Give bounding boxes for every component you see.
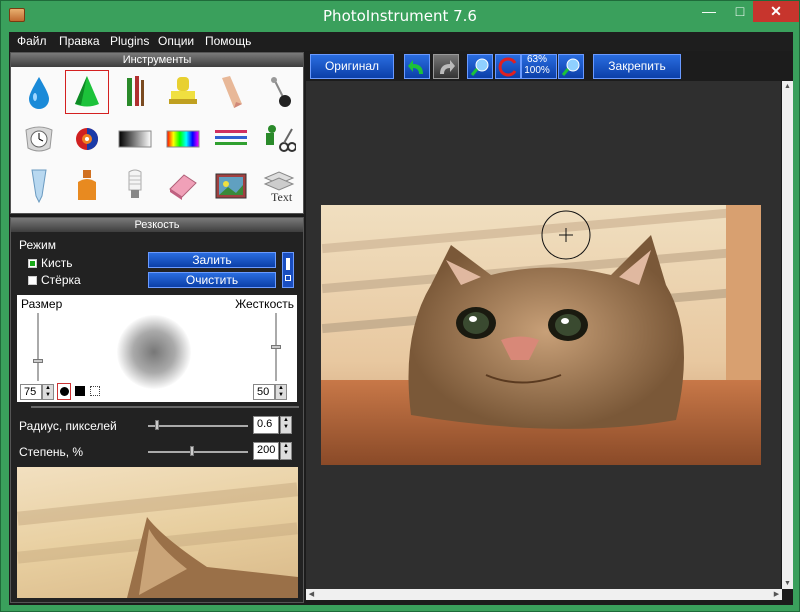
bulb-icon[interactable] (113, 164, 157, 208)
size-field[interactable]: 75 (20, 384, 42, 400)
sharpen-panel: Резкость Режим Кисть Стёрка Залить Очист… (10, 217, 304, 603)
menu-plugins[interactable]: Plugins (110, 34, 149, 48)
zoom-in-icon[interactable] (467, 54, 493, 79)
zoom-fit-icon[interactable] (495, 54, 521, 79)
toggle-marker-icon (286, 258, 290, 270)
text-layers-icon[interactable]: Text (257, 164, 301, 208)
hardness-slider[interactable] (271, 313, 281, 381)
brush-mode-option[interactable]: Кисть (28, 256, 72, 270)
vertical-scrollbar[interactable]: ▲ ▼ (782, 81, 793, 589)
radius-label: Радиус, пикселей (19, 419, 117, 433)
gradient-icon[interactable] (113, 117, 157, 161)
strength-label: Степень, % (19, 445, 84, 459)
size-slider-thumb[interactable] (33, 359, 43, 363)
scroll-up-icon[interactable]: ▲ (782, 81, 793, 92)
finger-icon[interactable] (209, 70, 253, 114)
zoom-actual: 100% (524, 65, 550, 76)
lines-icon[interactable] (209, 117, 253, 161)
cat-ear-preview (127, 517, 298, 598)
pin-button[interactable]: Закрепить (593, 54, 681, 79)
strength-spinner[interactable]: ▲ ▼ (280, 442, 292, 460)
size-spinner[interactable]: ▲ ▼ (42, 384, 54, 400)
radius-spinner[interactable]: ▲ ▼ (280, 416, 292, 434)
menu-bar: Файл Правка Plugins Опции Помощь (9, 32, 793, 51)
mode-label: Режим (19, 238, 56, 252)
window-title: PhotoInstrument 7.6 (323, 7, 477, 25)
tube-icon[interactable] (17, 164, 61, 208)
title-bar[interactable]: PhotoInstrument 7.6 — □ ✕ (1, 1, 799, 31)
scroll-down-icon[interactable]: ▼ (782, 578, 793, 589)
redo-icon[interactable] (433, 54, 459, 79)
eraser-mode-label: Стёрка (41, 273, 81, 287)
radius-field[interactable]: 0.6 (253, 416, 279, 434)
eraser-icon[interactable] (161, 164, 205, 208)
bottle-icon[interactable] (65, 164, 109, 208)
original-button[interactable]: Оригинал (310, 54, 394, 79)
horizontal-scrollbar[interactable]: ◀ ▶ (306, 589, 782, 600)
hardness-spinner[interactable]: ▲ ▼ (275, 384, 287, 400)
zoom-level-label: 63% 100% (524, 54, 550, 76)
app-window: PhotoInstrument 7.6 — □ ✕ Файл Правка Pl… (0, 0, 800, 612)
size-label: Размер (21, 297, 63, 311)
scissors-icon[interactable] (257, 117, 301, 161)
svg-text:Text: Text (271, 190, 293, 204)
scroll-left-icon[interactable]: ◀ (306, 589, 317, 600)
minimize-button[interactable]: — (695, 1, 723, 22)
pin-icon[interactable] (257, 70, 301, 114)
hard-brush-button[interactable] (75, 386, 85, 396)
size-slider[interactable] (33, 313, 43, 381)
color-wheel-icon[interactable] (65, 117, 109, 161)
hardness-slider-thumb[interactable] (271, 345, 281, 349)
undo-icon[interactable] (404, 54, 430, 79)
strength-field[interactable]: 200 (253, 442, 279, 460)
strength-slider[interactable] (148, 451, 248, 453)
clock-icon[interactable] (17, 117, 61, 161)
brush-preview (117, 315, 191, 389)
menu-options[interactable]: Опции (158, 34, 194, 48)
selection-brush-button[interactable] (90, 386, 100, 396)
canvas-area[interactable] (306, 81, 781, 589)
hardness-field[interactable]: 50 (253, 384, 275, 400)
cone-icon[interactable] (65, 70, 109, 114)
scroll-right-icon[interactable]: ▶ (771, 589, 782, 600)
radius-slider[interactable] (148, 425, 248, 427)
menu-file[interactable]: Файл (17, 34, 47, 48)
radius-slider-thumb[interactable] (155, 420, 159, 430)
zoom-preview[interactable] (17, 467, 298, 598)
eraser-mode-option[interactable]: Стёрка (28, 273, 81, 287)
tools-panel-title: Инструменты (11, 53, 303, 67)
hardness-label: Жесткость (235, 297, 294, 311)
maximize-button[interactable]: □ (726, 1, 754, 22)
zoom-out-icon[interactable] (558, 54, 584, 79)
zoom-current: 63% (526, 54, 547, 65)
brush-mode-label: Кисть (41, 256, 73, 270)
mode-toggle-button[interactable] (282, 252, 294, 288)
close-button[interactable]: ✕ (753, 1, 799, 22)
toggle-square-icon (285, 275, 291, 281)
brushes-icon[interactable] (113, 70, 157, 114)
photo-image[interactable] (321, 205, 761, 465)
fill-button[interactable]: Залить (148, 252, 276, 268)
brush-settings-box: Размер Жесткость 75 ▲ ▼ 50 ▲ ▼ (17, 295, 297, 402)
strength-slider-thumb[interactable] (190, 446, 194, 456)
menu-edit[interactable]: Правка (59, 34, 100, 48)
photo-icon[interactable] (209, 164, 253, 208)
brush-checkbox[interactable] (28, 259, 37, 268)
eraser-checkbox[interactable] (28, 276, 37, 285)
app-body: Инструменты Text Резкость Режим Кисть Ст… (9, 51, 793, 605)
sharpen-panel-title: Резкость (11, 218, 303, 232)
rainbow-icon[interactable] (161, 117, 205, 161)
divider (31, 406, 299, 408)
drop-icon[interactable] (17, 70, 61, 114)
clear-button[interactable]: Очистить (148, 272, 276, 288)
menu-help[interactable]: Помощь (205, 34, 251, 48)
stamp-icon[interactable] (161, 70, 205, 114)
tools-panel: Инструменты Text (10, 52, 304, 214)
soft-brush-button[interactable] (57, 383, 71, 400)
